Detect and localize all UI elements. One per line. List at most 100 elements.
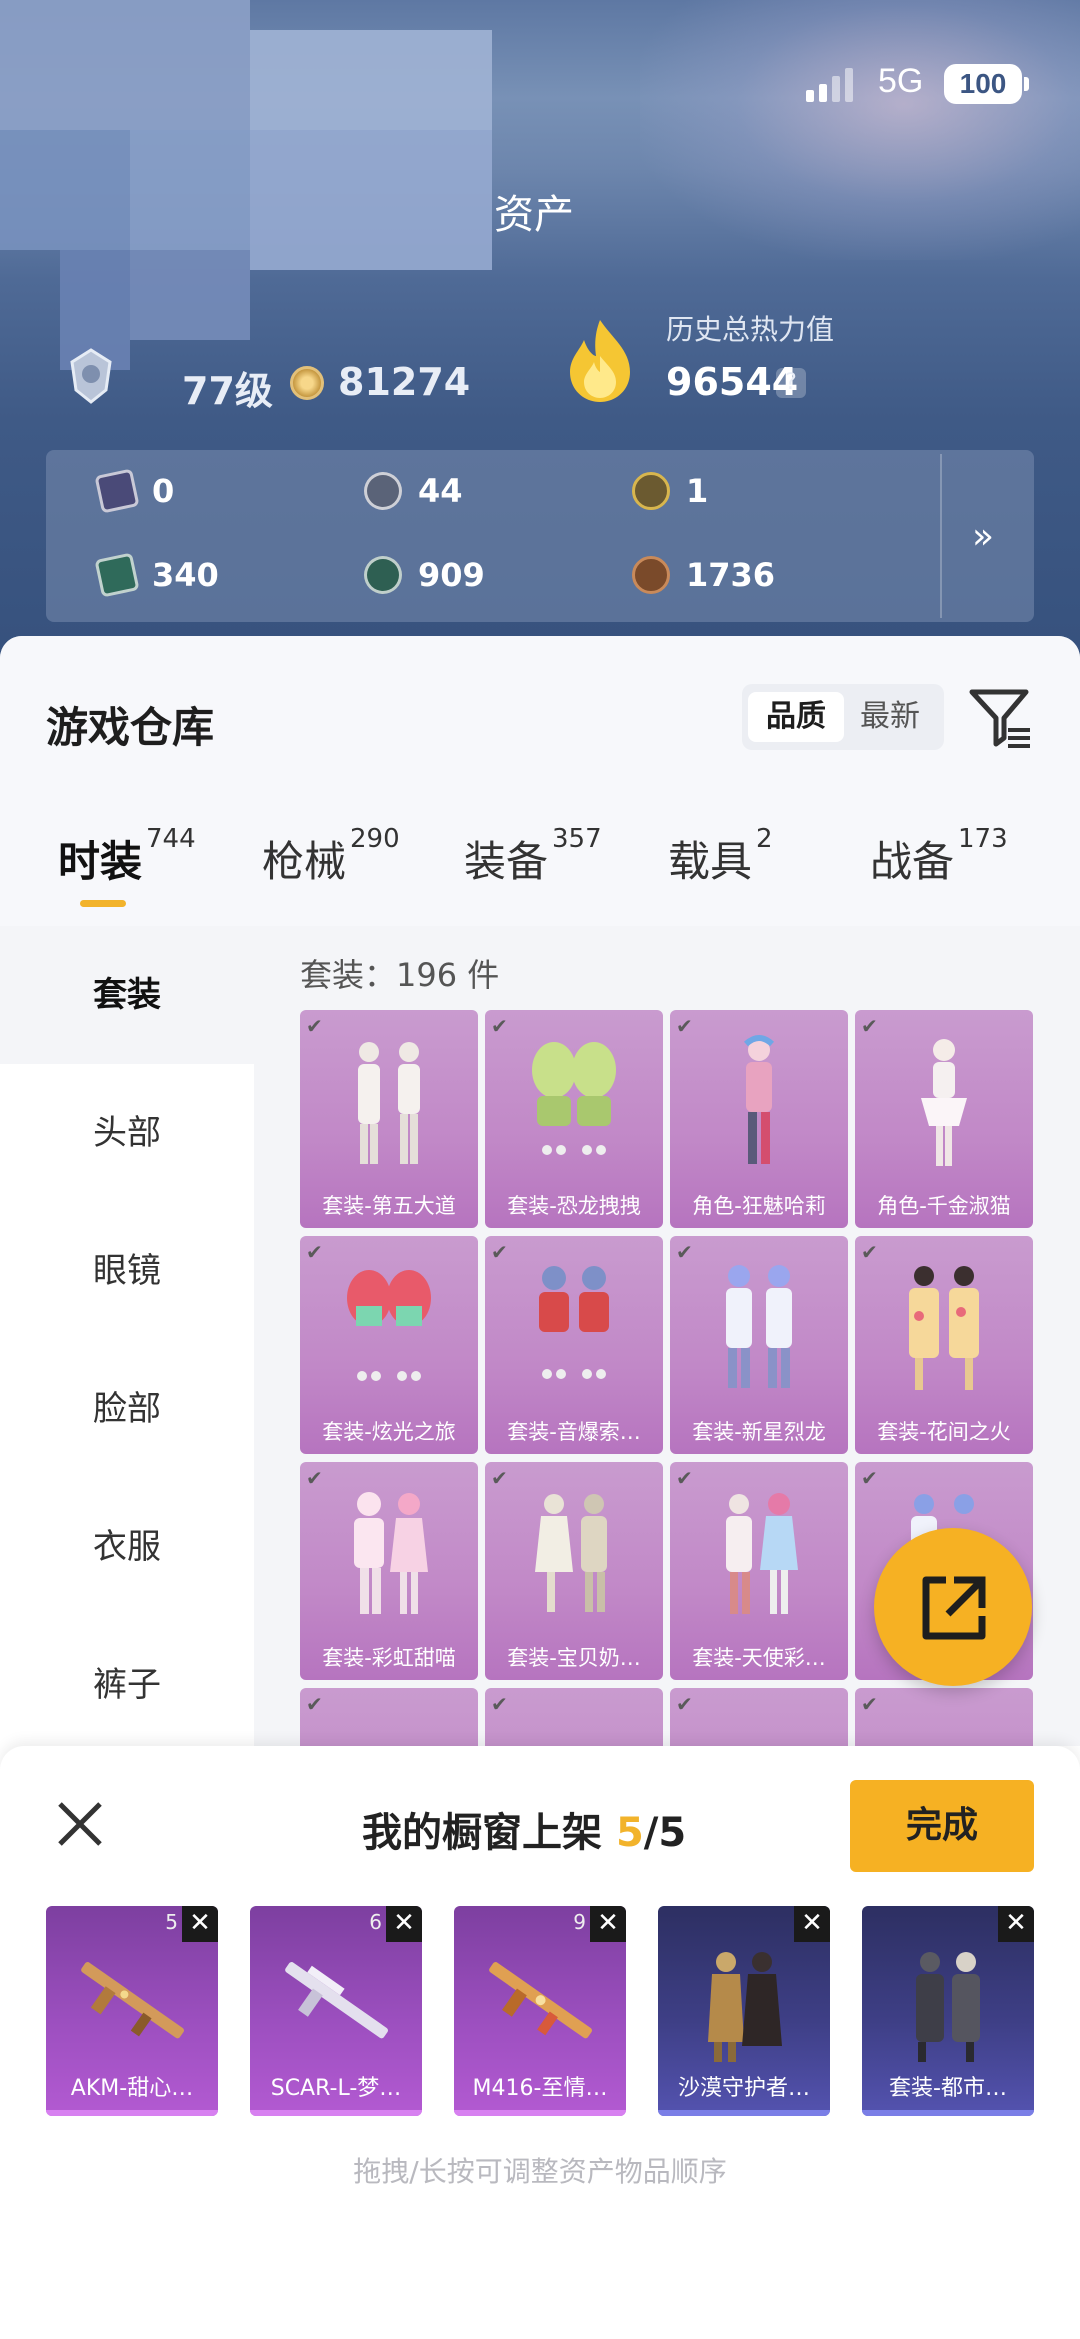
resource-item: 909 — [364, 556, 485, 594]
item-card[interactable]: ✔ 套装-第五大道 — [300, 1010, 478, 1228]
item-card[interactable]: ✔ — [670, 1688, 848, 1746]
resources-more-button[interactable]: » — [972, 516, 994, 557]
slot-label: 套装-都市… — [889, 2076, 1007, 2101]
item-card[interactable]: ✔ 套装-宝贝奶… — [485, 1462, 663, 1680]
category-sidebar: 套装 头部 眼镜 脸部 衣服 裤子 — [0, 926, 254, 1746]
rifle-icon — [285, 1962, 388, 2039]
tab-weapons[interactable]: 枪械 290 — [262, 824, 400, 889]
check-icon: ✔ — [306, 1014, 323, 1038]
showcase-slot[interactable]: 5 ✕ AKM-甜心… — [46, 1906, 218, 2116]
category-suit[interactable]: 套装 — [0, 926, 254, 1064]
check-icon: ✔ — [861, 1240, 878, 1264]
rifle-icon — [489, 1962, 592, 2039]
outfit-figure — [909, 1266, 979, 1390]
tab-vehicles[interactable]: 载具 2 — [668, 824, 773, 889]
tab-count: 290 — [350, 824, 400, 854]
item-card[interactable]: ✔ 套装-天使彩… — [670, 1462, 848, 1680]
done-button[interactable]: 完成 — [850, 1780, 1034, 1872]
coin-balance: 81274 — [338, 360, 471, 404]
coin-icon — [290, 366, 324, 400]
item-card[interactable]: ✔ 角色-千金淑猫 — [855, 1010, 1033, 1228]
item-label: 套装-天使彩… — [692, 1646, 826, 1670]
warehouse-title: 游戏仓库 — [46, 703, 215, 752]
rarity-bar — [46, 2110, 218, 2116]
share-button[interactable] — [874, 1528, 1032, 1686]
remove-icon[interactable]: ✕ — [794, 1906, 830, 1942]
item-card[interactable]: ✔ 套装-音爆索… — [485, 1236, 663, 1454]
blurred-region — [130, 250, 250, 340]
outfit-figure — [539, 1266, 609, 1379]
check-icon: ✔ — [861, 1692, 878, 1716]
item-card[interactable]: ✔ 角色-狂魅哈莉 — [670, 1010, 848, 1228]
resource-item: 0 — [94, 468, 174, 514]
slot-label: 沙漠守护者… — [677, 2076, 810, 2101]
slot-label: AKM-甜心… — [70, 2076, 194, 2101]
item-label: 套装-音爆索… — [507, 1420, 641, 1444]
category-clothes[interactable]: 衣服 — [0, 1478, 254, 1616]
category-head[interactable]: 头部 — [0, 1064, 254, 1202]
check-icon: ✔ — [861, 1466, 878, 1490]
showcase-slot[interactable]: 6 ✕ SCAR-L-梦… — [250, 1906, 422, 2116]
item-card[interactable]: ✔ 套装-新星烈龙 — [670, 1236, 848, 1454]
flame-icon — [570, 320, 630, 402]
item-card[interactable]: ✔ 套装-恐龙拽拽 — [485, 1010, 663, 1228]
item-card[interactable]: ✔ — [855, 1688, 1033, 1746]
item-card[interactable]: ✔ — [300, 1688, 478, 1746]
showcase-count-current: 5 — [615, 1810, 644, 1856]
blurred-region — [250, 130, 492, 270]
showcase-slot[interactable]: ✕ 沙漠守护者… — [658, 1906, 830, 2116]
check-icon: ✔ — [306, 1466, 323, 1490]
category-glasses[interactable]: 眼镜 — [0, 1202, 254, 1340]
check-icon: ✔ — [676, 1240, 693, 1264]
category-face[interactable]: 脸部 — [0, 1340, 254, 1478]
signal-strength-icon — [806, 68, 853, 102]
tab-equipment[interactable]: 装备 357 — [464, 824, 602, 889]
outfit-figure — [347, 1270, 431, 1381]
item-card[interactable]: ✔ — [485, 1688, 663, 1746]
category-pants[interactable]: 裤子 — [0, 1616, 254, 1754]
resource-item: 1 — [632, 472, 708, 510]
network-type: 5G — [878, 62, 924, 100]
showcase-slot[interactable]: 9 ✕ M416-至情… — [454, 1906, 626, 2116]
resource-item: 44 — [364, 472, 463, 510]
sort-newest-button[interactable]: 最新 — [842, 692, 938, 742]
item-label: 套装-恐龙拽拽 — [507, 1194, 641, 1218]
slot-label: M416-至情… — [472, 2076, 608, 2101]
item-card[interactable]: ✔ 套装-花间之火 — [855, 1236, 1033, 1454]
remove-icon[interactable]: ✕ — [386, 1906, 422, 1942]
filter-icon[interactable] — [968, 686, 1032, 748]
showcase-count-total: 5 — [658, 1810, 687, 1856]
tab-label: 装备 — [464, 837, 549, 886]
heat-label: 历史总热力值 — [666, 313, 835, 346]
outfit-figure — [532, 1042, 616, 1155]
silver-coin-icon — [364, 472, 402, 510]
help-icon[interactable]: ? — [776, 368, 806, 398]
tab-fashion[interactable]: 时装 744 — [58, 824, 196, 889]
showcase-slot[interactable]: ✕ 套装-都市… — [862, 1906, 1034, 2116]
divider — [940, 454, 942, 618]
showcase-title-text: 我的橱窗上架 — [362, 1810, 616, 1856]
item-label: 套装-第五大道 — [322, 1194, 456, 1218]
remove-icon[interactable]: ✕ — [998, 1906, 1034, 1942]
resource-value: 909 — [418, 556, 485, 594]
remove-icon[interactable]: ✕ — [590, 1906, 626, 1942]
check-icon: ✔ — [306, 1240, 323, 1264]
item-card[interactable]: ✔ 套装-炫光之旅 — [300, 1236, 478, 1454]
external-link-icon — [922, 1576, 986, 1640]
check-icon: ✔ — [491, 1466, 508, 1490]
slot-number: 6 — [369, 1910, 382, 1934]
check-icon: ✔ — [491, 1692, 508, 1716]
rarity-bar — [658, 2110, 830, 2116]
tab-label: 枪械 — [262, 837, 347, 886]
tab-supplies[interactable]: 战备 173 — [870, 824, 1008, 889]
tab-count: 2 — [756, 824, 773, 854]
tab-label: 时装 — [58, 837, 143, 886]
sort-quality-button[interactable]: 品质 — [748, 692, 844, 742]
blurred-region — [250, 30, 492, 130]
rifle-icon — [81, 1962, 184, 2039]
card-icon — [94, 468, 140, 514]
item-card[interactable]: ✔ 套装-彩虹甜喵 — [300, 1462, 478, 1680]
close-icon[interactable] — [52, 1796, 108, 1852]
remove-icon[interactable]: ✕ — [182, 1906, 218, 1942]
player-level: 77级 — [182, 369, 273, 413]
